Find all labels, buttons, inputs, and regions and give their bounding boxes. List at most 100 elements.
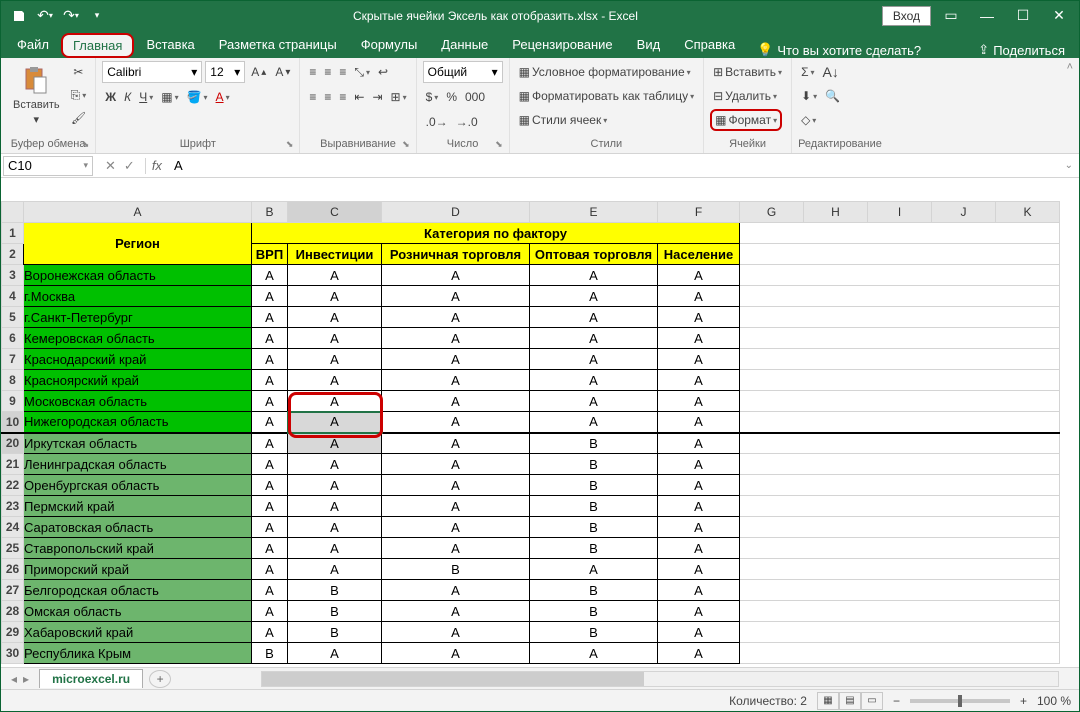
cell[interactable]: A (382, 601, 530, 622)
align-bottom-button[interactable]: ≡ (336, 61, 349, 83)
tab-insert[interactable]: Вставка (134, 31, 206, 58)
cell[interactable]: A (658, 559, 740, 580)
account-button[interactable]: Вход (882, 6, 931, 26)
cell[interactable]: A (382, 265, 530, 286)
cell[interactable]: Пермский край (24, 496, 252, 517)
cell[interactable]: Инвестиции (288, 244, 382, 265)
cell[interactable]: B (530, 433, 658, 454)
column-header[interactable]: D (382, 202, 530, 223)
cell[interactable]: B (288, 622, 382, 643)
cell[interactable]: B (530, 622, 658, 643)
cell[interactable]: A (252, 391, 288, 412)
cell[interactable]: A (288, 517, 382, 538)
collapse-ribbon-icon[interactable]: ˄ (1067, 61, 1073, 73)
row-header[interactable]: 30 (2, 643, 24, 664)
cell[interactable]: Кемеровская область (24, 328, 252, 349)
format-cells-button[interactable]: ▦Формат▾ (710, 109, 782, 131)
column-header[interactable]: B (252, 202, 288, 223)
cell[interactable]: A (530, 328, 658, 349)
row-header[interactable]: 2 (2, 244, 24, 265)
wrap-text-button[interactable]: ↩ (375, 61, 391, 83)
dialog-launcher-icon[interactable]: ⬊ (286, 139, 294, 150)
zoom-slider[interactable] (910, 699, 1010, 703)
row-header[interactable]: 21 (2, 454, 24, 475)
cell[interactable]: A (658, 349, 740, 370)
cell[interactable]: A (658, 580, 740, 601)
orientation-button[interactable]: ⤡▾ (351, 61, 373, 83)
cell[interactable]: г.Санкт-Петербург (24, 307, 252, 328)
align-top-button[interactable]: ≡ (306, 61, 319, 83)
cell[interactable]: Оренбургская область (24, 475, 252, 496)
cell[interactable]: A (288, 307, 382, 328)
cell[interactable]: A (658, 475, 740, 496)
cut-button[interactable]: ✂ (68, 61, 90, 83)
percent-button[interactable]: % (443, 86, 460, 108)
delete-cells-button[interactable]: ⊟Удалить▾ (710, 85, 780, 107)
cell[interactable]: A (288, 538, 382, 559)
undo-icon[interactable]: ↶▾ (33, 4, 57, 28)
new-sheet-button[interactable]: + (149, 670, 171, 688)
row-header[interactable]: 7 (2, 349, 24, 370)
view-normal-button[interactable]: ▦ (817, 692, 839, 710)
row-header[interactable]: 24 (2, 517, 24, 538)
cell[interactable]: A (252, 433, 288, 454)
cell[interactable]: Омская область (24, 601, 252, 622)
number-format-combo[interactable]: Общий▾ (423, 61, 503, 83)
merge-button[interactable]: ⊞▾ (388, 86, 410, 108)
cell[interactable]: A (530, 412, 658, 433)
cell[interactable]: B (252, 643, 288, 664)
column-header[interactable]: I (868, 202, 932, 223)
cell[interactable]: A (658, 433, 740, 454)
increase-decimal-button[interactable]: .0→ (423, 111, 451, 133)
cell[interactable]: A (382, 454, 530, 475)
increase-font-button[interactable]: A▴ (248, 61, 269, 83)
tab-data[interactable]: Данные (429, 31, 500, 58)
cell[interactable]: A (382, 538, 530, 559)
cell-styles-button[interactable]: ▦Стили ячеек▾ (516, 109, 611, 131)
cell[interactable]: A (252, 601, 288, 622)
cell[interactable]: Население (658, 244, 740, 265)
cell[interactable]: A (252, 496, 288, 517)
cell[interactable]: Нижегородская область (24, 412, 252, 433)
find-select-button[interactable]: 🔍 (822, 85, 843, 107)
enter-icon[interactable]: ✓ (124, 158, 135, 174)
italic-button[interactable]: К (121, 86, 134, 108)
column-header[interactable]: K (996, 202, 1060, 223)
cell[interactable]: B (530, 496, 658, 517)
cell[interactable]: Ставропольский край (24, 538, 252, 559)
cell[interactable]: A (252, 286, 288, 307)
cell[interactable]: A (530, 349, 658, 370)
zoom-level[interactable]: 100 % (1037, 694, 1071, 708)
cell[interactable]: A (382, 580, 530, 601)
row-header[interactable]: 22 (2, 475, 24, 496)
copy-button[interactable]: ⎘▾ (68, 84, 90, 106)
increase-indent-button[interactable]: ⇥ (369, 86, 385, 108)
cell[interactable]: Красноярский край (24, 370, 252, 391)
cell[interactable]: ВРП (252, 244, 288, 265)
cell[interactable]: A (530, 265, 658, 286)
cell[interactable]: Категория по фактору (252, 223, 740, 244)
fill-button[interactable]: ⬇▾ (798, 85, 820, 107)
ribbon-display-icon[interactable]: ▭ (935, 2, 967, 30)
cell[interactable]: A (658, 265, 740, 286)
view-layout-button[interactable]: ▤ (839, 692, 861, 710)
cell[interactable]: B (530, 517, 658, 538)
cell[interactable]: A (288, 349, 382, 370)
cell[interactable]: B (382, 559, 530, 580)
cell[interactable]: Республика Крым (24, 643, 252, 664)
cell[interactable]: A (252, 517, 288, 538)
cell[interactable]: A (530, 559, 658, 580)
cell[interactable]: A (382, 412, 530, 433)
cell[interactable]: B (288, 601, 382, 622)
decrease-indent-button[interactable]: ⇤ (351, 86, 367, 108)
align-left-button[interactable]: ≡ (306, 86, 319, 108)
cell[interactable]: A (288, 454, 382, 475)
cell[interactable]: Краснодарский край (24, 349, 252, 370)
maximize-icon[interactable]: ☐ (1007, 2, 1039, 30)
row-header[interactable]: 29 (2, 622, 24, 643)
cell[interactable]: A (382, 517, 530, 538)
cell[interactable]: A (382, 433, 530, 454)
save-icon[interactable] (7, 4, 31, 28)
row-header[interactable]: 4 (2, 286, 24, 307)
row-header[interactable]: 3 (2, 265, 24, 286)
